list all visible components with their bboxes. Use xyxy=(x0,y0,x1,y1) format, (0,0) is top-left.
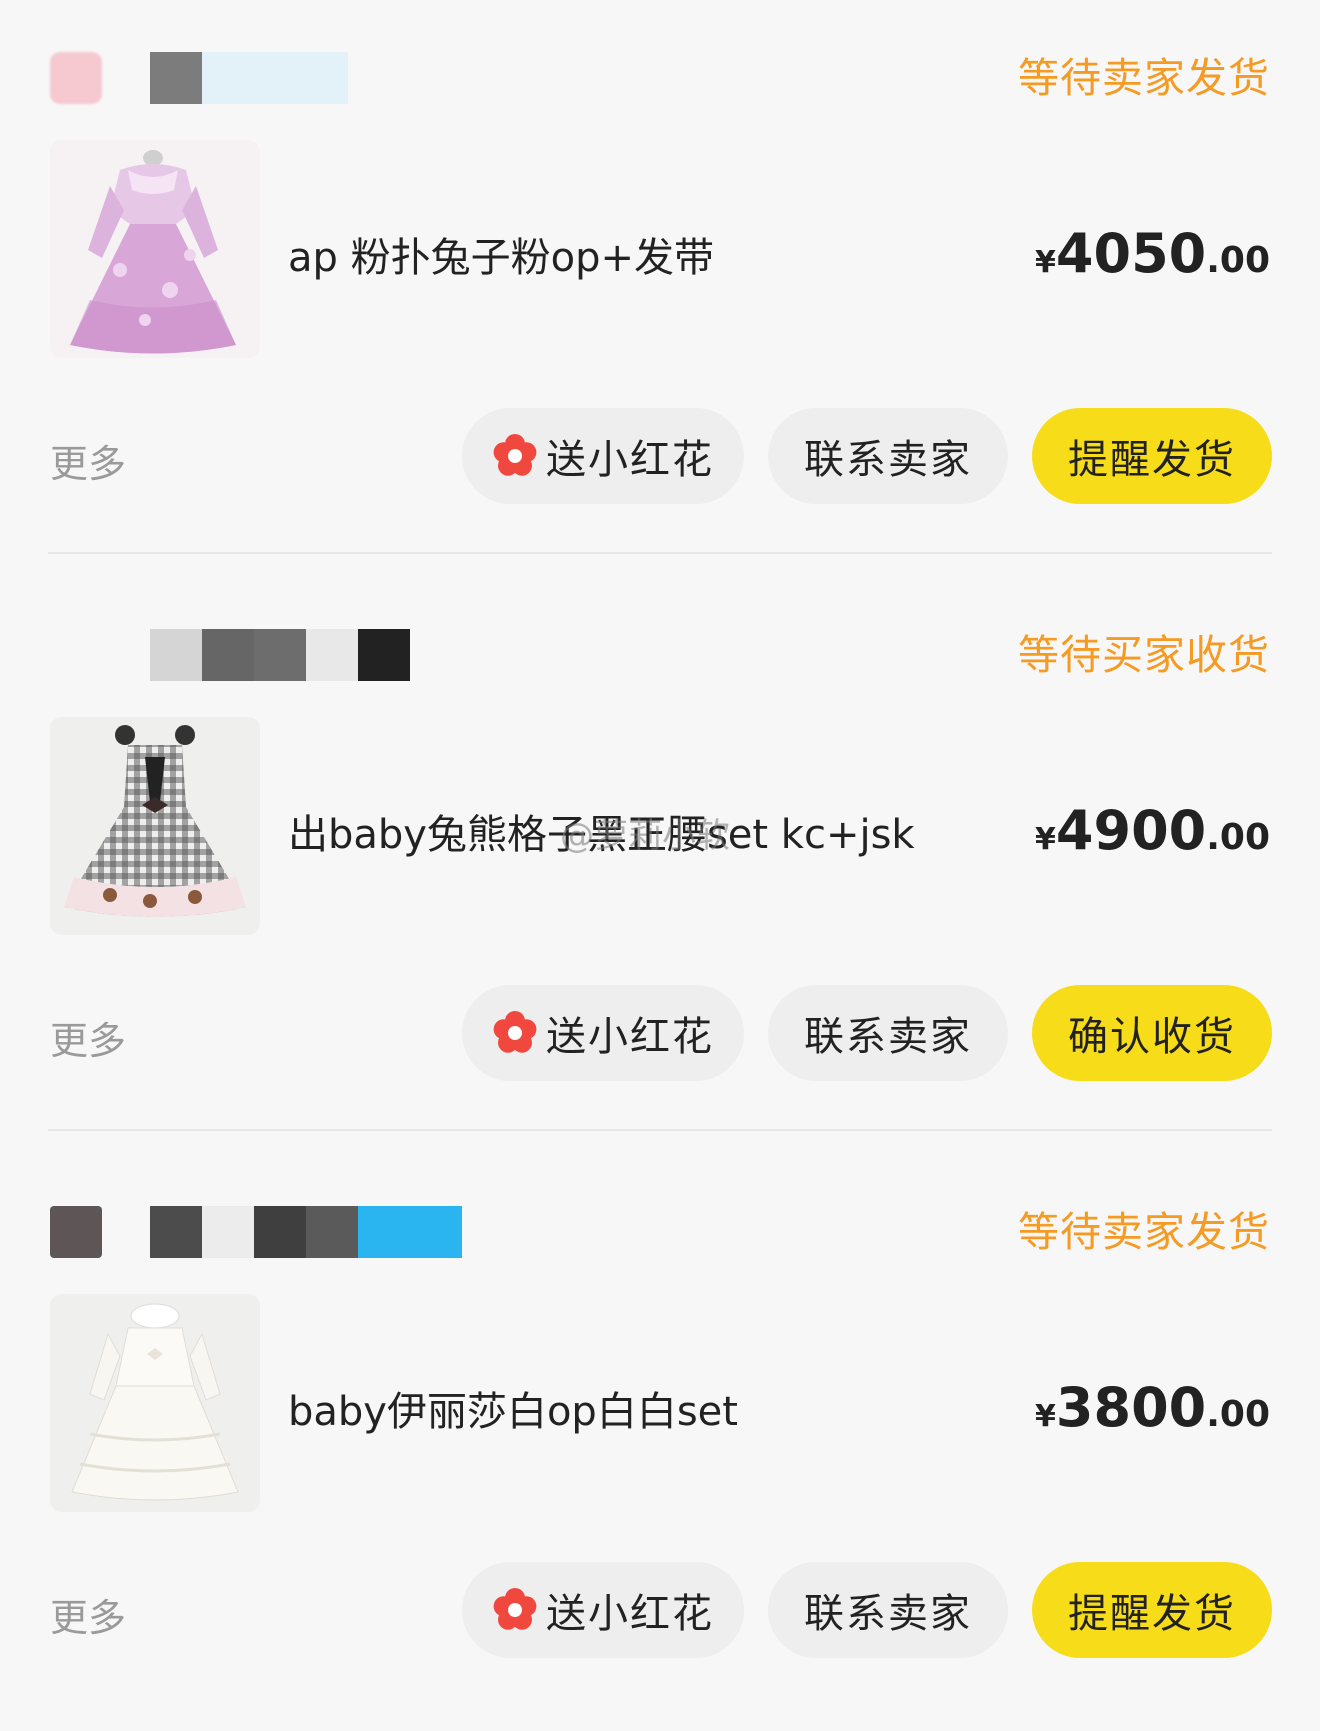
seller-name-redacted xyxy=(150,52,348,104)
flower-icon xyxy=(493,1588,537,1630)
more-link[interactable]: 更多 xyxy=(50,1010,126,1065)
price-decimal: .00 xyxy=(1206,817,1270,858)
more-link[interactable]: 更多 xyxy=(50,1587,126,1642)
seller-name-redacted xyxy=(150,1206,462,1258)
seller-name-redacted xyxy=(150,629,410,681)
product-thumbnail[interactable] xyxy=(50,140,260,358)
product-title[interactable]: ap 粉扑兔子粉op+发带 xyxy=(288,225,714,283)
price-currency: ¥ xyxy=(1035,822,1056,857)
remind-ship-button[interactable]: 提醒发货 xyxy=(1032,408,1272,504)
product-thumbnail[interactable] xyxy=(50,1294,260,1512)
order-status: 等待买家收货 xyxy=(1018,631,1270,679)
white-dress-image xyxy=(50,1294,260,1512)
divider xyxy=(48,552,1272,554)
order-card: 等待卖家发货 baby伊丽莎白op白白set ¥3800.00 更多 送小红花 … xyxy=(0,1154,1320,1731)
contact-seller-button[interactable]: 联系卖家 xyxy=(768,408,1008,504)
product-price: ¥4900.00 xyxy=(1035,799,1270,862)
order-card: 等待卖家发货 ap 粉扑兔子粉op+发带 ¥4050.00 更多 送小红花 联系… xyxy=(0,0,1320,577)
order-status: 等待卖家发货 xyxy=(1018,1208,1270,1256)
contact-seller-button[interactable]: 联系卖家 xyxy=(768,1562,1008,1658)
seller-avatar xyxy=(50,1206,102,1258)
flower-icon xyxy=(493,434,537,476)
seller-info[interactable] xyxy=(50,625,550,681)
send-flower-button[interactable]: 送小红花 xyxy=(462,408,744,504)
divider xyxy=(48,1129,1272,1131)
price-currency: ¥ xyxy=(1035,1399,1056,1434)
remind-ship-button[interactable]: 提醒发货 xyxy=(1032,1562,1272,1658)
price-currency: ¥ xyxy=(1035,245,1056,280)
price-integer: 4900 xyxy=(1055,799,1207,862)
plaid-dress-image xyxy=(50,717,260,935)
send-flower-label: 送小红花 xyxy=(546,1591,714,1637)
seller-info[interactable] xyxy=(50,1202,550,1258)
pink-dress-image xyxy=(50,140,260,358)
send-flower-button[interactable]: 送小红花 xyxy=(462,1562,744,1658)
price-integer: 4050 xyxy=(1055,222,1207,285)
watermark: @萝莉小软 xyxy=(560,816,730,856)
send-flower-label: 送小红花 xyxy=(546,437,714,483)
price-decimal: .00 xyxy=(1206,1394,1270,1435)
confirm-receipt-button[interactable]: 确认收货 xyxy=(1032,985,1272,1081)
more-link[interactable]: 更多 xyxy=(50,433,126,488)
send-flower-label: 送小红花 xyxy=(546,1014,714,1060)
product-thumbnail[interactable] xyxy=(50,717,260,935)
flower-icon xyxy=(493,1011,537,1053)
contact-seller-button[interactable]: 联系卖家 xyxy=(768,985,1008,1081)
seller-avatar xyxy=(50,52,102,104)
price-decimal: .00 xyxy=(1206,240,1270,281)
product-price: ¥3800.00 xyxy=(1035,1376,1270,1439)
product-price: ¥4050.00 xyxy=(1035,222,1270,285)
order-status: 等待卖家发货 xyxy=(1018,54,1270,102)
seller-info[interactable] xyxy=(50,48,550,104)
price-integer: 3800 xyxy=(1055,1376,1207,1439)
product-title[interactable]: baby伊丽莎白op白白set xyxy=(288,1379,738,1437)
order-card: 等待买家收货 出baby兔熊格子黑正腰set kc+jsk ¥4900.00 更… xyxy=(0,577,1320,1154)
send-flower-button[interactable]: 送小红花 xyxy=(462,985,744,1081)
